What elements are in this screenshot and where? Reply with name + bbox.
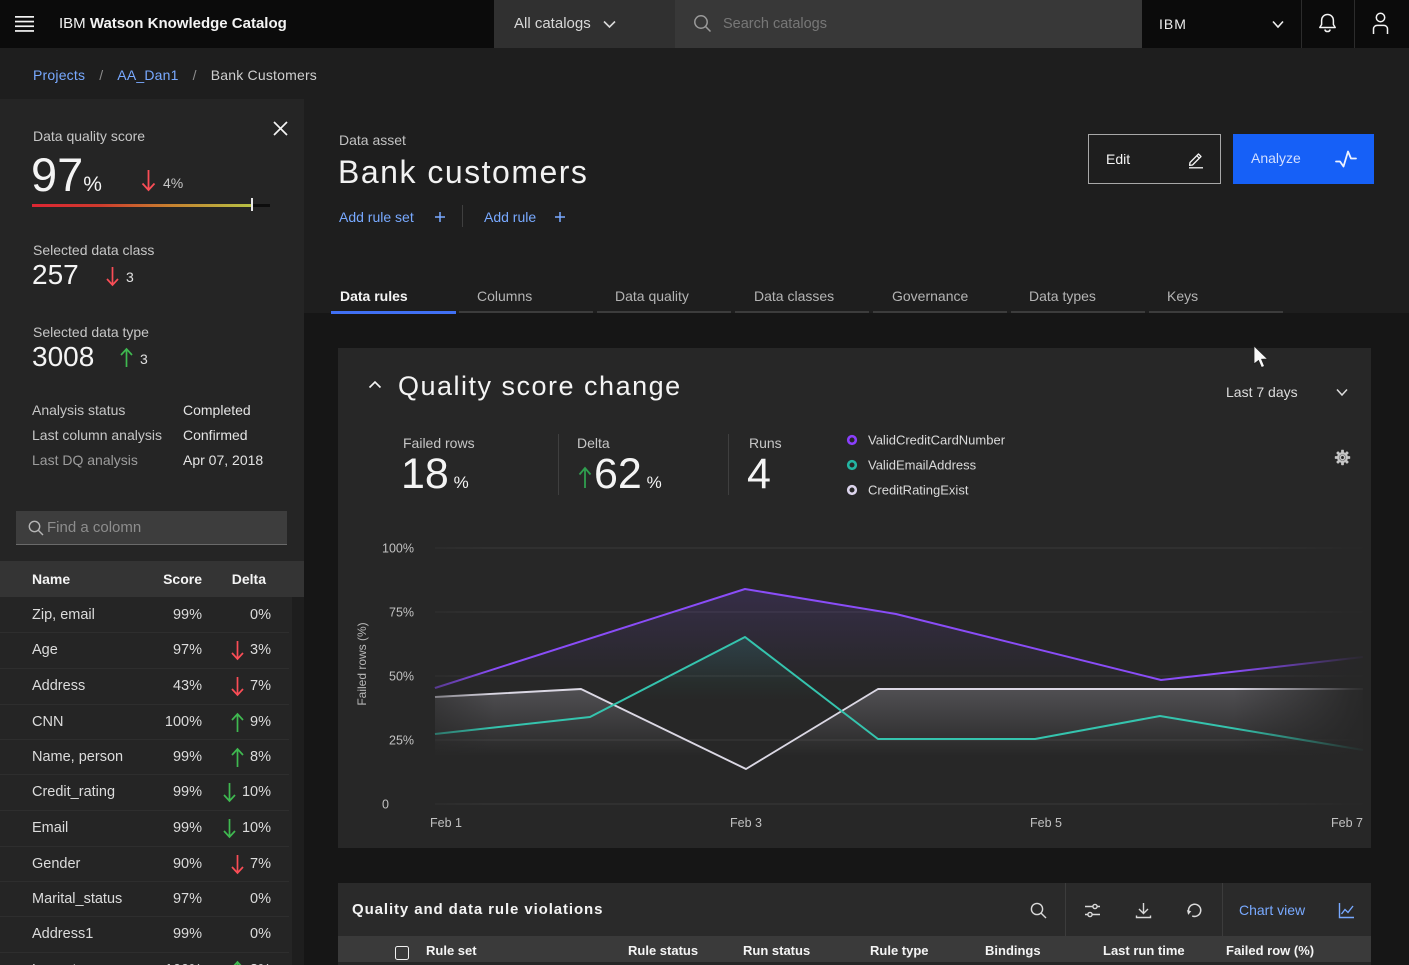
svg-text:50%: 50% <box>389 670 414 684</box>
svg-text:Feb 3: Feb 3 <box>730 816 762 830</box>
svg-text:Feb 7: Feb 7 <box>1331 816 1363 830</box>
svg-text:Feb 5: Feb 5 <box>1030 816 1062 830</box>
svg-text:Feb 1: Feb 1 <box>430 816 462 830</box>
svg-text:0: 0 <box>382 798 389 812</box>
svg-text:75%: 75% <box>389 606 414 620</box>
svg-text:25%: 25% <box>389 734 414 748</box>
svg-text:100%: 100% <box>382 542 414 556</box>
svg-text:Failed rows (%): Failed rows (%) <box>355 622 369 705</box>
